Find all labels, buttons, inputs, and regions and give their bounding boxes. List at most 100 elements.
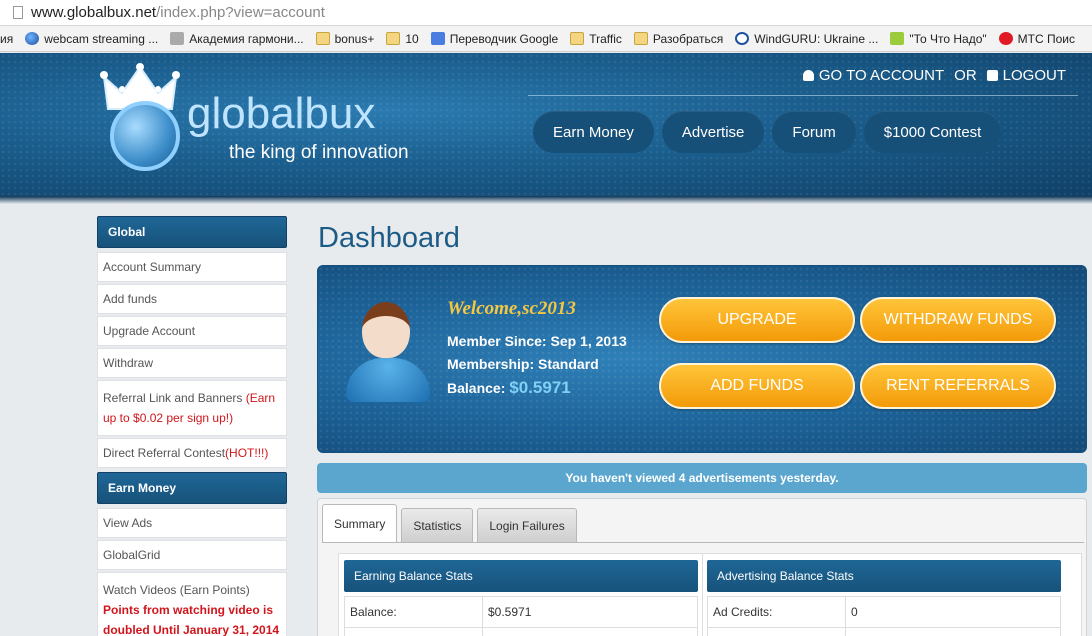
bookmark-bonus[interactable]: bonus+ bbox=[315, 31, 375, 46]
bookmark-label: Академия гармони... bbox=[189, 31, 304, 46]
balance-row: Balance: $0.5971 bbox=[447, 376, 627, 400]
membership-label: Membership: bbox=[447, 356, 539, 372]
account-info: Welcome,sc2013 Member Since: Sep 1, 2013… bbox=[447, 298, 627, 400]
account-links: GO TO ACCOUNT OR LOGOUT bbox=[802, 67, 1066, 84]
earning-balance-label: Balance: bbox=[345, 597, 483, 627]
sidebar-item-withdraw[interactable]: Withdraw bbox=[97, 348, 287, 378]
nav-forum[interactable]: Forum bbox=[772, 111, 856, 153]
go-to-account-label: GO TO ACCOUNT bbox=[818, 67, 945, 84]
google-translate-icon bbox=[430, 32, 445, 45]
sidebar-section-global: Global bbox=[97, 216, 287, 248]
videos-label: Watch Videos (Earn Points) bbox=[103, 583, 250, 597]
sidebar-item-account-summary[interactable]: Account Summary bbox=[97, 252, 287, 282]
sidebar-item-referral-contest[interactable]: Direct Referral Contest (HOT!!!) bbox=[97, 438, 287, 468]
page-title: Dashboard bbox=[318, 222, 460, 254]
bookmark-mts[interactable]: МТС Поис bbox=[998, 31, 1075, 46]
table-row: Ad Credits: 0 bbox=[707, 596, 1061, 628]
or-separator: OR bbox=[954, 67, 977, 84]
bookmark-label: Переводчик Google bbox=[449, 31, 559, 46]
user-icon bbox=[802, 70, 814, 81]
member-since-value: Sep 1, 2013 bbox=[550, 333, 627, 349]
bookmark-label: webcam streaming ... bbox=[44, 31, 159, 46]
stats-tabs: Summary Statistics Login Failures bbox=[322, 504, 577, 542]
logout-label: LOGOUT bbox=[1002, 67, 1066, 84]
membership-value: Standard bbox=[538, 356, 599, 372]
avatar-body bbox=[346, 358, 430, 402]
bookmark-label: ия bbox=[0, 31, 14, 46]
bookmark-label: Разобраться bbox=[652, 31, 724, 46]
bookmark-razobratsya[interactable]: Разобраться bbox=[633, 31, 724, 46]
avatar bbox=[340, 296, 436, 406]
bookmarks-bar: ия webcam streaming ... Академия гармони… bbox=[0, 26, 1092, 52]
bookmark-label: Traffic bbox=[589, 31, 622, 46]
sidebar-item-globalgrid[interactable]: GlobalGrid bbox=[97, 540, 287, 570]
ad-credits-value: 0 bbox=[851, 605, 858, 619]
earning-stats: Earning Balance Stats Balance: $0.5971 bbox=[344, 560, 698, 636]
contest-note: (HOT!!!) bbox=[225, 446, 269, 460]
t-icon bbox=[890, 32, 905, 45]
summary-body: Earning Balance Stats Balance: $0.5971 A… bbox=[338, 553, 1082, 636]
advertising-stats-header: Advertising Balance Stats bbox=[707, 560, 1061, 592]
bookmark-partial[interactable]: ия bbox=[0, 32, 13, 46]
earning-balance-value: $0.5971 bbox=[488, 605, 532, 619]
sidebar-section-earn-money: Earn Money bbox=[97, 472, 287, 504]
folder-icon bbox=[633, 32, 648, 45]
folder-icon bbox=[570, 32, 585, 45]
mts-icon bbox=[998, 32, 1013, 45]
welcome-panel: Welcome,sc2013 Member Since: Sep 1, 2013… bbox=[317, 265, 1087, 453]
site-logo[interactable]: globalbux the king of innovation bbox=[100, 63, 430, 183]
header-shadow bbox=[0, 196, 1092, 204]
url-text[interactable]: www.globalbux.net/index.php?view=account bbox=[31, 4, 325, 21]
bookmark-traffic[interactable]: Traffic bbox=[570, 32, 622, 46]
videos-note: Points from watching video is doubled Un… bbox=[103, 603, 280, 636]
sidebar-item-upgrade-account[interactable]: Upgrade Account bbox=[97, 316, 287, 346]
academy-icon bbox=[170, 32, 185, 45]
add-funds-button[interactable]: ADD FUNDS bbox=[659, 363, 855, 409]
sidebar-item-view-ads[interactable]: View Ads bbox=[97, 508, 287, 538]
earning-stats-header: Earning Balance Stats bbox=[344, 560, 698, 592]
referral-label: Referral Link and Banners bbox=[103, 391, 246, 405]
windguru-icon bbox=[735, 32, 750, 45]
logout-link[interactable]: LOGOUT bbox=[986, 67, 1066, 84]
rent-referrals-button[interactable]: RENT REFERRALS bbox=[860, 363, 1056, 409]
column-divider bbox=[702, 554, 703, 636]
bookmark-google-translate[interactable]: Переводчик Google bbox=[430, 31, 559, 46]
nav-earn-money[interactable]: Earn Money bbox=[533, 111, 654, 153]
bookmark-webcam[interactable]: webcam streaming ... bbox=[25, 32, 158, 46]
globe-logo-icon bbox=[110, 101, 180, 171]
member-since-row: Member Since: Sep 1, 2013 bbox=[447, 330, 627, 353]
bookmark-academy[interactable]: Академия гармони... bbox=[170, 31, 304, 46]
address-bar[interactable]: www.globalbux.net/index.php?view=account bbox=[0, 0, 1092, 26]
ad-credits-label: Ad Credits: bbox=[708, 597, 846, 627]
contest-label: Direct Referral Contest bbox=[103, 446, 226, 460]
withdraw-funds-button[interactable]: WITHDRAW FUNDS bbox=[860, 297, 1056, 343]
bookmark-to-chto-nado[interactable]: "То Что Надо" bbox=[890, 32, 987, 46]
advertising-stats: Advertising Balance Stats Ad Credits: 0 bbox=[707, 560, 1061, 636]
bookmark-label: bonus+ bbox=[334, 31, 375, 46]
tab-login-failures[interactable]: Login Failures bbox=[477, 508, 577, 542]
bookmark-label: 10 bbox=[405, 31, 419, 46]
nav-advertise[interactable]: Advertise bbox=[661, 111, 765, 153]
brand-tagline: the king of innovation bbox=[229, 142, 409, 163]
notice-bar: You haven't viewed 4 advertisements yest… bbox=[317, 463, 1087, 493]
balance-value: $0.5971 bbox=[509, 378, 571, 397]
tab-statistics[interactable]: Statistics bbox=[401, 508, 474, 542]
sidebar-item-watch-videos[interactable]: Watch Videos (Earn Points) Points from wa… bbox=[97, 572, 287, 636]
bookmark-label: МТС Поис bbox=[1017, 31, 1075, 46]
table-row bbox=[707, 628, 1061, 636]
header-divider bbox=[528, 95, 1078, 96]
go-to-account-link[interactable]: GO TO ACCOUNT bbox=[802, 67, 945, 84]
bookmark-10[interactable]: 10 bbox=[386, 31, 419, 46]
balance-label: Balance: bbox=[447, 380, 510, 396]
main-nav: Earn Money Advertise Forum $1000 Contest bbox=[533, 111, 1002, 153]
sidebar-item-referral-link[interactable]: Referral Link and Banners (Earn up to $0… bbox=[97, 380, 287, 436]
tab-summary[interactable]: Summary bbox=[322, 504, 398, 542]
url-path: /index.php?view=account bbox=[156, 4, 325, 21]
sidebar-item-add-funds[interactable]: Add funds bbox=[97, 284, 287, 314]
folder-icon bbox=[386, 32, 401, 45]
nav-contest[interactable]: $1000 Contest bbox=[863, 111, 1002, 153]
brand-name: globalbux bbox=[187, 89, 376, 138]
logout-icon bbox=[986, 70, 998, 81]
bookmark-windguru[interactable]: WindGURU: Ukraine ... bbox=[735, 32, 878, 46]
upgrade-button[interactable]: UPGRADE bbox=[659, 297, 855, 343]
